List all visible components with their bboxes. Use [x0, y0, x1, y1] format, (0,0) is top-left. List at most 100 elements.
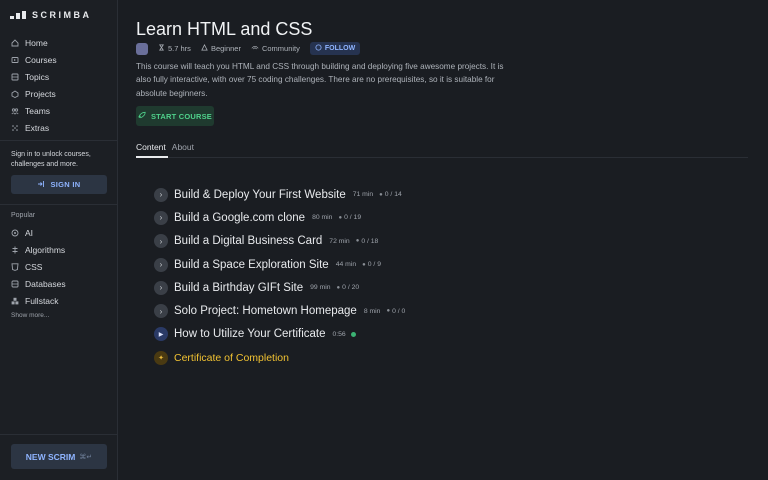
lesson-duration: 71 min — [352, 191, 374, 199]
popular-item-databases[interactable]: Databases — [11, 275, 66, 292]
new-scrim-shortcut: ⌘↵ — [79, 453, 93, 461]
logo-text: SCRIMBA — [32, 10, 92, 20]
level-text: Beginner — [210, 44, 241, 53]
start-course-button[interactable]: START COURSE — [136, 106, 214, 126]
chevron-right-icon[interactable]: › — [154, 280, 168, 295]
nav-item-extras[interactable]: Extras — [11, 119, 57, 136]
chevron-right-icon[interactable]: › — [154, 234, 168, 249]
challenge-icon: ● — [336, 284, 341, 291]
popular-item-algorithms[interactable]: Algorithms — [11, 241, 66, 258]
level-icon — [201, 43, 208, 53]
lesson-challenges: ● 0 / 20 — [337, 284, 360, 291]
chevron-right-icon[interactable]: › — [154, 257, 168, 272]
lesson-item[interactable]: ✦ Certificate of Completion — [154, 346, 405, 369]
nav-item-topics[interactable]: Topics — [11, 68, 57, 85]
lesson-item[interactable]: ▶ How to Utilize Your Certificate 0:56 — [154, 323, 405, 346]
start-icon — [138, 111, 147, 121]
lesson-title[interactable]: How to Utilize Your Certificate — [174, 328, 325, 340]
nav-label: Courses — [25, 54, 57, 65]
scrimba-logo-mark — [10, 11, 26, 19]
lesson-item[interactable]: › Build & Deploy Your First Website 71 m… — [154, 183, 405, 206]
active-tab-indicator — [136, 156, 168, 158]
chevron-right-icon[interactable]: › — [154, 187, 168, 202]
course-tabs: Content About — [136, 142, 194, 152]
databases-icon — [11, 280, 19, 288]
course-duration: 5.7 hrs — [158, 44, 191, 53]
nav-label: Topics — [25, 71, 50, 82]
lesson-title[interactable]: Certificate of Completion — [174, 352, 289, 364]
new-scrim-label: NEW SCRIM — [25, 451, 76, 462]
show-more-link[interactable]: Show more... — [11, 312, 49, 319]
lesson-duration: 44 min — [335, 261, 357, 269]
lesson-duration: 99 min — [310, 284, 331, 292]
challenge-count: 0 / 0 — [392, 307, 406, 315]
popular-label-text: Algorithms — [25, 244, 66, 255]
nav-item-home[interactable]: Home — [11, 34, 57, 51]
challenge-icon: ● — [355, 238, 360, 245]
lesson-item[interactable]: › Solo Project: Hometown Homepage 8 min … — [154, 299, 405, 322]
projects-icon — [11, 89, 19, 98]
tab-content[interactable]: Content — [136, 142, 166, 152]
hourglass-icon — [158, 44, 165, 53]
lesson-challenges: ● 0 / 0 — [386, 308, 405, 315]
lesson-challenges: ● 0 / 18 — [356, 238, 379, 245]
lesson-title[interactable]: Solo Project: Hometown Homepage — [174, 305, 357, 317]
css-icon — [11, 262, 19, 271]
lesson-item[interactable]: › Build a Google.com clone 80 min ● 0 / 1… — [154, 206, 405, 229]
lesson-item[interactable]: › Build a Birthday GIFt Site 99 min ● 0 /… — [154, 276, 405, 299]
sidebar-divider — [0, 204, 118, 205]
lesson-item[interactable]: › Build a Space Exploration Site 44 min … — [154, 253, 405, 276]
follow-label: FOLLOW — [324, 45, 356, 52]
nav-label: Home — [25, 37, 48, 48]
popular-item-css[interactable]: CSS — [11, 258, 66, 275]
lesson-title[interactable]: Build a Digital Business Card — [174, 235, 322, 247]
chevron-right-icon[interactable]: › — [154, 304, 168, 319]
popular-item-fullstack[interactable]: Fullstack — [11, 292, 66, 309]
lesson-title[interactable]: Build a Space Exploration Site — [174, 259, 329, 271]
nav-item-courses[interactable]: Courses — [11, 51, 57, 68]
lesson-duration: 72 min — [329, 237, 350, 245]
algorithms-icon — [11, 246, 19, 254]
lesson-item[interactable]: › Build a Digital Business Card 72 min ●… — [154, 230, 405, 253]
lesson-challenges: ● 0 / 14 — [379, 191, 402, 198]
challenge-count: 0 / 9 — [367, 261, 381, 269]
instructor-avatar[interactable] — [136, 42, 148, 55]
chevron-right-icon[interactable]: › — [154, 210, 168, 225]
challenge-count: 0 / 19 — [344, 214, 362, 222]
popular-label-text: AI — [25, 227, 34, 238]
popular-label-text: Databases — [25, 278, 66, 289]
popular-item-ai[interactable]: AI — [11, 224, 66, 241]
nav-label: Projects — [25, 88, 56, 99]
scrimba-logo[interactable]: SCRIMBA — [10, 10, 92, 20]
lesson-title[interactable]: Build & Deploy Your First Website — [174, 189, 346, 201]
certificate-icon[interactable]: ✦ — [154, 350, 168, 365]
popular-label-text: Fullstack — [25, 295, 59, 306]
community-icon — [251, 44, 259, 53]
popular-label-text: CSS — [25, 261, 43, 272]
lesson-title[interactable]: Build a Google.com clone — [174, 212, 305, 224]
lesson-duration: 80 min — [312, 214, 333, 222]
challenge-icon: ● — [362, 261, 366, 268]
tab-about[interactable]: About — [172, 142, 194, 152]
nav-label: Extras — [25, 122, 50, 133]
play-icon[interactable]: ▶ — [154, 327, 168, 342]
lesson-duration: 0:56 — [332, 330, 346, 338]
lesson-duration: 8 min — [363, 307, 381, 315]
nav-label: Teams — [25, 105, 51, 116]
nav-item-projects[interactable]: Projects — [11, 85, 57, 102]
sidebar-divider — [0, 434, 118, 435]
nav-item-teams[interactable]: Teams — [11, 102, 57, 119]
challenge-icon: ● — [338, 214, 343, 221]
new-scrim-button[interactable]: NEW SCRIM ⌘↵ — [11, 444, 107, 469]
course-meta: 5.7 hrs Beginner Community FOLLOW — [136, 42, 361, 55]
follow-icon — [315, 44, 322, 53]
courses-icon — [11, 56, 19, 64]
sign-in-button[interactable]: SIGN IN — [11, 175, 107, 194]
access-text: Community — [261, 44, 300, 53]
lesson-title[interactable]: Build a Birthday GIFt Site — [174, 282, 303, 294]
follow-button[interactable]: FOLLOW — [309, 42, 361, 55]
challenge-count: 0 / 20 — [342, 284, 360, 292]
course-level: Beginner — [201, 43, 241, 53]
lesson-challenges: ● 0 / 19 — [338, 214, 361, 221]
start-course-label: START COURSE — [150, 111, 212, 121]
